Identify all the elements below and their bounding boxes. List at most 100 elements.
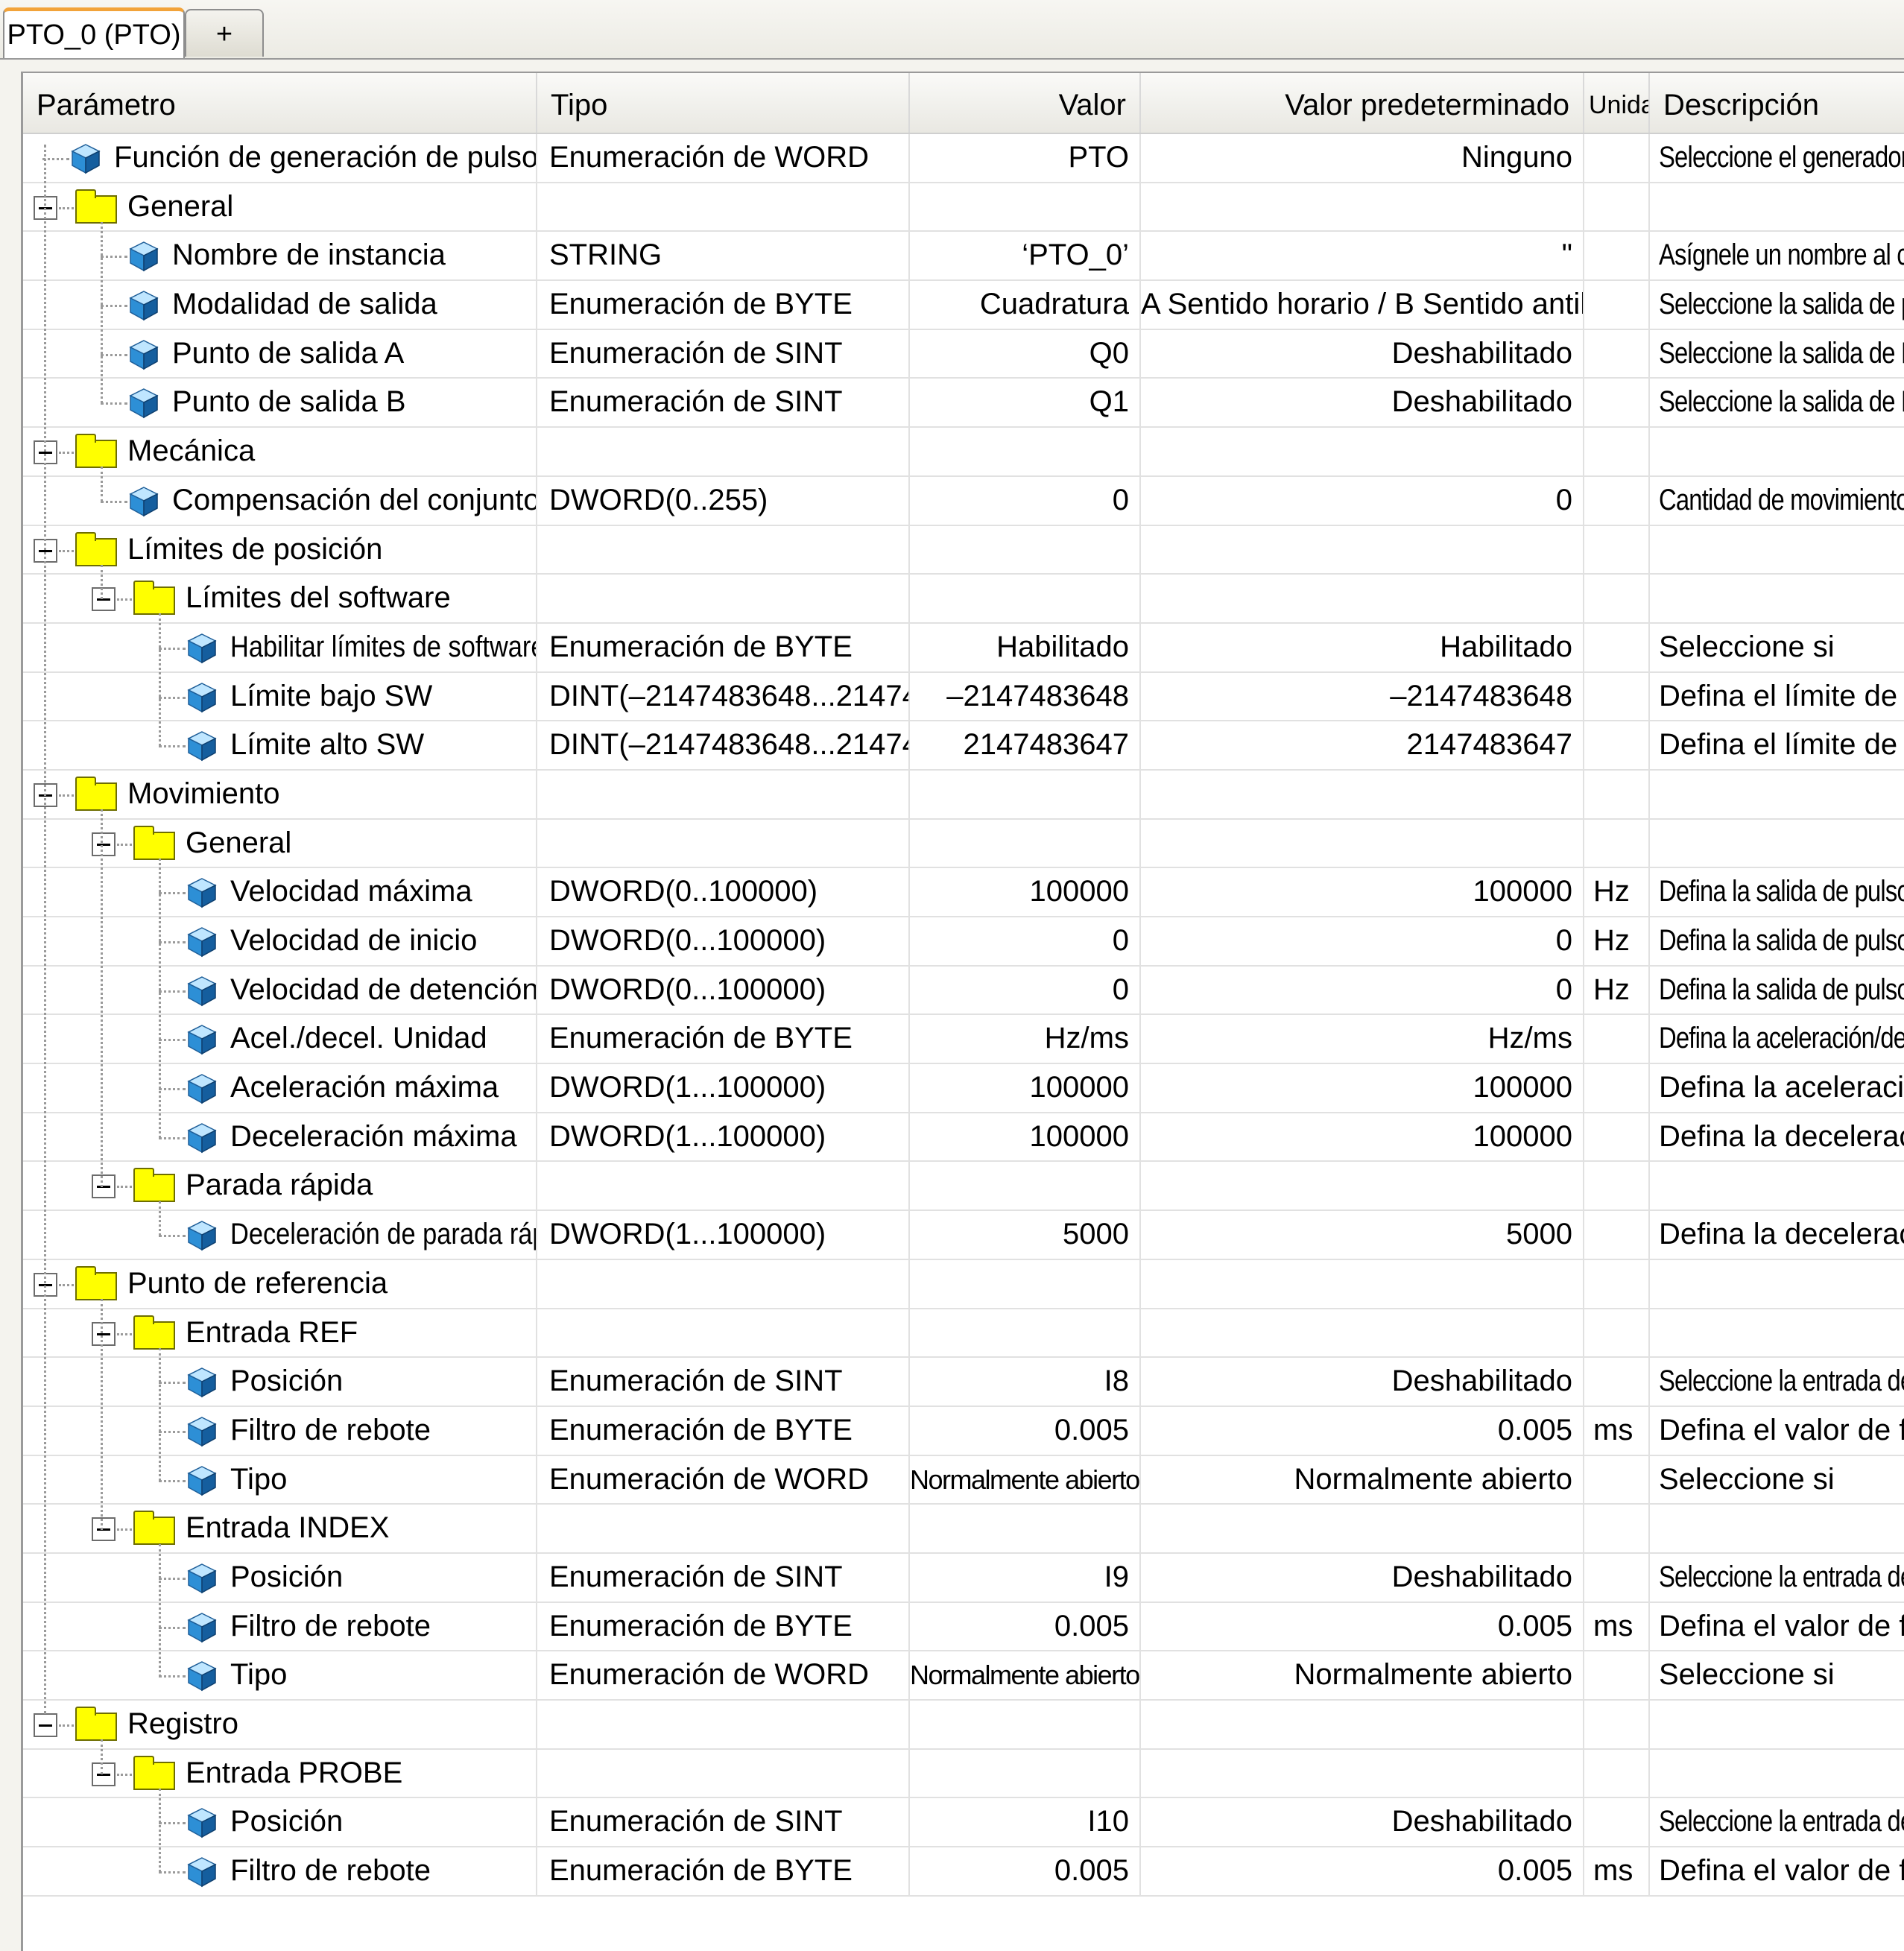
value-cell[interactable]: 5000 [910, 1211, 1141, 1259]
description-cell: Defina la salida de pulsos [1650, 917, 1904, 965]
parameter-row[interactable]: Filtro de rebote Enumeración de BYTE 0.005… [23, 1602, 1904, 1652]
value-cell[interactable]: 0.005 [910, 1406, 1141, 1455]
tree-folder-row[interactable]: Punto de referencia [23, 1259, 1904, 1309]
tree-folder-row[interactable]: Límites del software [23, 575, 1904, 624]
value-cell[interactable]: Normalmente abierto [910, 1455, 1141, 1504]
type-cell [537, 1162, 910, 1210]
value-cell[interactable]: Normalmente abierto [910, 1651, 1141, 1699]
type-cell [537, 183, 910, 231]
default-value-cell: Ninguno [1141, 134, 1584, 182]
value-cell[interactable]: I10 [910, 1798, 1141, 1847]
folder-label: Registro [127, 1707, 238, 1740]
parameter-row[interactable]: Modalidad de salida Enumeración de BYTE Cu… [23, 281, 1904, 330]
value-cell[interactable]: Q0 [910, 329, 1141, 378]
tree-connector-line [159, 941, 186, 943]
column-header-descripcion[interactable]: Descripción [1650, 73, 1904, 133]
tree-connector-line [159, 696, 186, 699]
parameter-row[interactable]: Velocidad de detención DWORD(0...100000) 0… [23, 966, 1904, 1016]
value-cell[interactable]: Q1 [910, 379, 1141, 427]
tree-folder-row[interactable]: Entrada REF [23, 1309, 1904, 1359]
parameter-row[interactable]: Punto de salida B Enumeración de SINT Q1 De… [23, 379, 1904, 429]
parameter-row[interactable]: Nombre de instancia STRING ‘PTO_0’ " Asígnel… [23, 232, 1904, 282]
tree-folder-row[interactable]: Registro [23, 1701, 1904, 1750]
column-header-tipo[interactable]: Tipo [537, 73, 910, 133]
collapse-minus-icon[interactable] [34, 1713, 57, 1737]
column-header-valor[interactable]: Valor [910, 73, 1141, 133]
tree-connector-line [159, 647, 186, 650]
value-cell[interactable]: PTO [910, 134, 1141, 182]
unit-cell: Hz [1584, 917, 1650, 965]
parameter-row[interactable]: Deceleración de parada rápida DWORD(1...1… [23, 1211, 1904, 1260]
collapse-minus-icon[interactable] [92, 1762, 116, 1786]
value-cell[interactable]: 0 [910, 917, 1141, 965]
parameter-row[interactable]: Compensación del conjunto DWORD(0..255) 0 0… [23, 476, 1904, 526]
value-cell[interactable]: I9 [910, 1553, 1141, 1601]
add-tab-button[interactable]: + [185, 9, 264, 57]
tab-pto-0[interactable]: PTO_0 (PTO) [3, 7, 185, 58]
tree-folder-row[interactable]: Entrada INDEX [23, 1505, 1904, 1554]
column-header-parametro[interactable]: Parámetro [23, 73, 537, 133]
collapse-minus-icon[interactable] [92, 1321, 116, 1346]
value-cell[interactable]: Cuadratura [910, 281, 1141, 329]
tree-folder-row[interactable]: Mecánica [23, 428, 1904, 477]
value-cell[interactable]: I8 [910, 1358, 1141, 1405]
value-cell[interactable]: 100000 [910, 1064, 1141, 1112]
parameter-row[interactable]: Deceleración máxima DWORD(1...100000) 1000… [23, 1113, 1904, 1163]
parameter-row[interactable]: Posición Enumeración de SINT I9 Deshabilita… [23, 1553, 1904, 1603]
column-header-unidad[interactable]: Unidad [1584, 73, 1650, 133]
parameter-row[interactable]: Velocidad de inicio DWORD(0...100000) 0 0 Hz… [23, 917, 1904, 967]
parameter-row[interactable]: Velocidad máxima DWORD(0..100000) 100000 10… [23, 868, 1904, 917]
tree-connector-line [59, 206, 74, 209]
default-value-cell-text: Deshabilitado [1391, 1805, 1572, 1838]
parameter-row[interactable]: Habilitar límites de software Enumeración… [23, 623, 1904, 673]
tree-folder-row[interactable]: Entrada PROBE [23, 1749, 1904, 1799]
parameter-row[interactable]: Límite bajo SW DINT(–2147483648...21474..… [23, 672, 1904, 722]
parameter-cube-icon [186, 974, 218, 1007]
parameter-row[interactable]: Función de generación de pulsos Enumeraci… [23, 134, 1904, 183]
type-cell-text: STRING [549, 238, 662, 272]
column-header-predeterminado[interactable]: Valor predeterminado [1141, 73, 1584, 133]
value-cell[interactable]: 0 [910, 476, 1141, 525]
parameter-row[interactable]: Posición Enumeración de SINT I10 Deshabilit… [23, 1798, 1904, 1848]
collapse-minus-icon[interactable] [92, 1174, 116, 1199]
unit-cell [1584, 183, 1650, 231]
value-cell [910, 1309, 1141, 1357]
tree-connector-line [59, 452, 74, 455]
unit-cell [1584, 770, 1650, 818]
value-cell[interactable]: 0 [910, 966, 1141, 1014]
parameter-row[interactable]: Aceleración máxima DWORD(1...100000) 10000… [23, 1064, 1904, 1113]
parameter-row[interactable]: Tipo Enumeración de WORD Normalmente abier… [23, 1651, 1904, 1701]
collapse-minus-icon[interactable] [92, 832, 116, 856]
tree-folder-row[interactable]: Movimiento [23, 770, 1904, 820]
collapse-minus-icon[interactable] [92, 1517, 116, 1542]
tree-folder-row[interactable]: General [23, 183, 1904, 233]
tree-connector-line [159, 613, 161, 747]
value-cell[interactable]: 100000 [910, 868, 1141, 916]
type-cell: DWORD(1...100000) [537, 1064, 910, 1112]
tree-connector-line [159, 1201, 161, 1236]
value-cell[interactable]: 2147483647 [910, 721, 1141, 769]
value-cell[interactable]: 0.005 [910, 1847, 1141, 1895]
parameter-row[interactable]: Filtro de rebote Enumeración de BYTE 0.005… [23, 1847, 1904, 1897]
parameter-row[interactable]: Acel./decel. Unidad Enumeración de BYTE Hz… [23, 1015, 1904, 1065]
parameter-row[interactable]: Posición Enumeración de SINT I8 Deshabilita… [23, 1358, 1904, 1407]
value-cell[interactable]: 100000 [910, 1113, 1141, 1161]
tree-folder-row[interactable]: Límites de posición [23, 525, 1904, 575]
description-cell: Defina la deceleración [1650, 1113, 1904, 1161]
value-cell[interactable]: ‘PTO_0’ [910, 232, 1141, 280]
value-cell[interactable]: 0.005 [910, 1602, 1141, 1651]
default-value-cell-text: 2147483647 [1406, 728, 1572, 762]
tree-folder-row[interactable]: Parada rápida [23, 1162, 1904, 1212]
parameter-row[interactable]: Filtro de rebote Enumeración de BYTE 0.005… [23, 1406, 1904, 1456]
tree-connector-line [117, 1332, 132, 1335]
value-cell[interactable]: Habilitado [910, 623, 1141, 671]
value-cell[interactable]: Hz/ms [910, 1015, 1141, 1063]
value-cell[interactable]: –2147483648 [910, 672, 1141, 721]
parameter-row[interactable]: Límite alto SW DINT(–2147483648...21474..… [23, 721, 1904, 771]
unit-cell: ms [1584, 1847, 1650, 1895]
parameter-row[interactable]: Punto de salida A Enumeración de SINT Q0 De… [23, 329, 1904, 379]
tree-folder-row[interactable]: General [23, 819, 1904, 869]
parameter-row[interactable]: Tipo Enumeración de WORD Normalmente abier… [23, 1455, 1904, 1505]
collapse-minus-icon[interactable] [92, 587, 116, 612]
type-cell: DWORD(1...100000) [537, 1211, 910, 1259]
